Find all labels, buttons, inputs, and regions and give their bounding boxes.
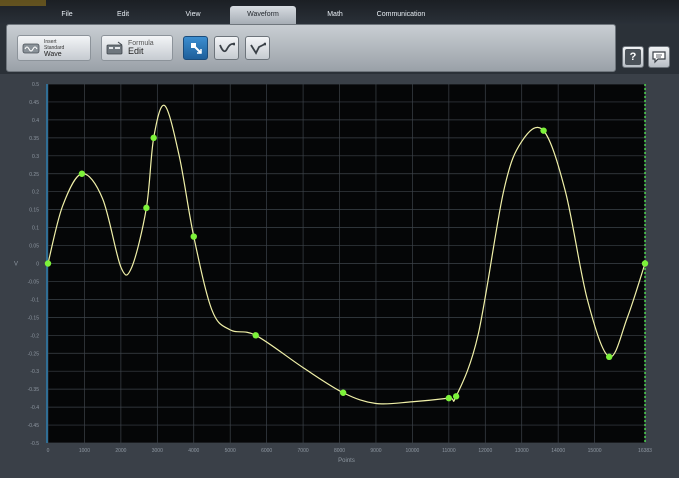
tab-file[interactable]: File	[42, 6, 92, 24]
y-tick-label: 0.35	[29, 136, 39, 142]
y-tick-label: 0.25	[29, 172, 39, 178]
standard-wave-icon	[22, 43, 40, 54]
y-tick-label: 0	[36, 262, 39, 268]
control-point[interactable]	[150, 134, 157, 142]
control-point[interactable]	[445, 394, 453, 402]
x-tick-label: 9000	[370, 448, 381, 454]
x-tick-label: 8000	[334, 448, 345, 454]
x-tick-label: 10000	[405, 448, 419, 454]
waveform-ribbon: Insert Standard Wave Formula Edit	[6, 24, 616, 72]
control-point[interactable]	[452, 393, 460, 400]
y-tick-label: -0.1	[30, 297, 39, 303]
waveform-chart-panel: 0.5 0.45 0.4 0.35 0.3 0.25 0.2 0.15 0.1 0.05 0 -0.0…	[0, 74, 679, 478]
y-tick-label: -0.05	[28, 279, 40, 285]
insert-standard-wave-button[interactable]: Insert Standard Wave	[17, 35, 91, 61]
control-point[interactable]	[252, 332, 259, 339]
x-tick-label: 3000	[152, 448, 163, 454]
select-tool-button[interactable]	[183, 36, 208, 60]
control-point[interactable]	[540, 127, 547, 134]
control-point[interactable]	[605, 353, 613, 361]
x-tick-label: 11000	[442, 448, 456, 454]
y-tick-label: -0.45	[28, 423, 40, 429]
x-tick-label: 16383	[638, 448, 652, 454]
formula-icon	[106, 41, 123, 55]
control-point[interactable]	[190, 233, 197, 240]
x-tick-label: 1000	[79, 448, 90, 454]
y-tick-label: 0.3	[32, 154, 39, 160]
y-tick-label: -0.3	[30, 369, 39, 375]
tab-view[interactable]: View	[168, 6, 218, 24]
x-tick-label: 7000	[298, 448, 309, 454]
help-icon: ?	[625, 49, 641, 65]
y-tick-label: 0.45	[29, 100, 39, 106]
brand-logo-strip	[0, 0, 46, 6]
y-tick-label: 0.15	[29, 208, 39, 214]
tab-math[interactable]: Math	[312, 6, 358, 24]
y-tick-label: 0.1	[32, 226, 39, 232]
formula-edit-button[interactable]: Formula Edit	[101, 35, 173, 61]
smooth-curve-tool-button[interactable]	[214, 36, 239, 60]
x-axis-title: Points	[338, 458, 355, 464]
line-curve-tool-button[interactable]	[245, 36, 270, 60]
y-tick-label: -0.15	[28, 315, 40, 321]
x-tick-label: 2000	[115, 448, 126, 454]
line-curve-icon	[249, 42, 266, 55]
x-tick-label: 6000	[261, 448, 272, 454]
y-tick-label: -0.2	[30, 333, 39, 339]
x-tick-label: 13000	[515, 448, 529, 454]
y-tick-label: 0.2	[32, 190, 39, 196]
y-tick-label: -0.25	[28, 351, 40, 357]
waveform-chart[interactable]: 0.5 0.45 0.4 0.35 0.3 0.25 0.2 0.15 0.1 0.05 0 -0.0…	[0, 74, 679, 478]
menu-bar: File Edit View Waveform Math Communicati…	[0, 0, 679, 24]
speech-bubble-icon	[652, 51, 666, 64]
y-tick-label: 0.4	[32, 118, 39, 124]
y-axis-title: V	[14, 262, 18, 268]
chat-button[interactable]	[648, 46, 670, 68]
help-button[interactable]: ?	[622, 46, 644, 68]
tab-communication[interactable]: Communication	[366, 6, 436, 24]
tab-edit[interactable]: Edit	[98, 6, 148, 24]
y-tick-label: -0.35	[28, 387, 40, 393]
smooth-curve-icon	[218, 42, 235, 53]
formula-edit-line2: Edit	[128, 46, 144, 56]
x-tick-label: 5000	[225, 448, 236, 454]
y-tick-label: -0.5	[30, 441, 39, 447]
control-point[interactable]	[641, 260, 649, 267]
x-tick-label: 14000	[551, 448, 565, 454]
select-arrow-icon	[190, 43, 202, 54]
standard-wave-line3: Wave	[44, 50, 62, 58]
x-tick-label: 15000	[588, 448, 602, 454]
x-tick-label: 0	[47, 448, 50, 454]
x-tick-label: 12000	[478, 448, 492, 454]
control-point[interactable]	[78, 170, 86, 177]
y-tick-label: 0.5	[32, 82, 39, 88]
y-tick-label: -0.4	[30, 405, 39, 411]
control-point[interactable]	[339, 389, 347, 396]
x-tick-label: 4000	[188, 448, 199, 454]
tab-waveform[interactable]: Waveform	[230, 6, 296, 24]
standard-wave-line2: Standard	[44, 44, 65, 51]
control-point[interactable]	[44, 260, 52, 267]
y-tick-label: 0.05	[29, 244, 39, 250]
control-point[interactable]	[143, 204, 150, 212]
